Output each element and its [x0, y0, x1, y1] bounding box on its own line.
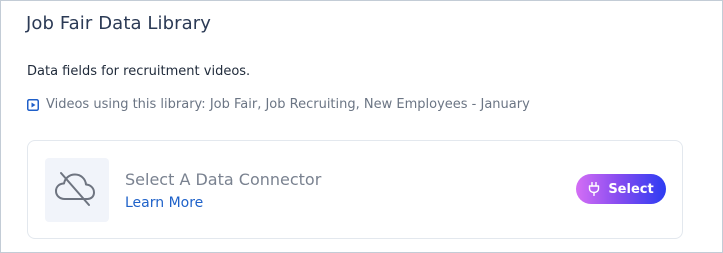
video-icon: [27, 98, 39, 111]
data-connector-card: Select A Data Connector Learn More Selec…: [27, 140, 683, 239]
videos-using-library-text: Videos using this library: Job Fair, Job…: [46, 97, 530, 112]
cloud-off-icon: [53, 168, 101, 212]
data-library-panel: Job Fair Data Library Data fields for re…: [0, 0, 723, 253]
select-button-label: Select: [608, 181, 654, 197]
connector-thumbnail: [45, 158, 109, 222]
plug-icon: [588, 181, 600, 197]
learn-more-link[interactable]: Learn More: [125, 195, 203, 211]
videos-using-library: Videos using this library: Job Fair, Job…: [27, 97, 530, 112]
select-button[interactable]: Select: [576, 174, 666, 204]
library-description: Data fields for recruitment videos.: [27, 64, 251, 79]
library-title: Job Fair Data Library: [26, 13, 212, 34]
connector-title: Select A Data Connector: [125, 170, 322, 189]
